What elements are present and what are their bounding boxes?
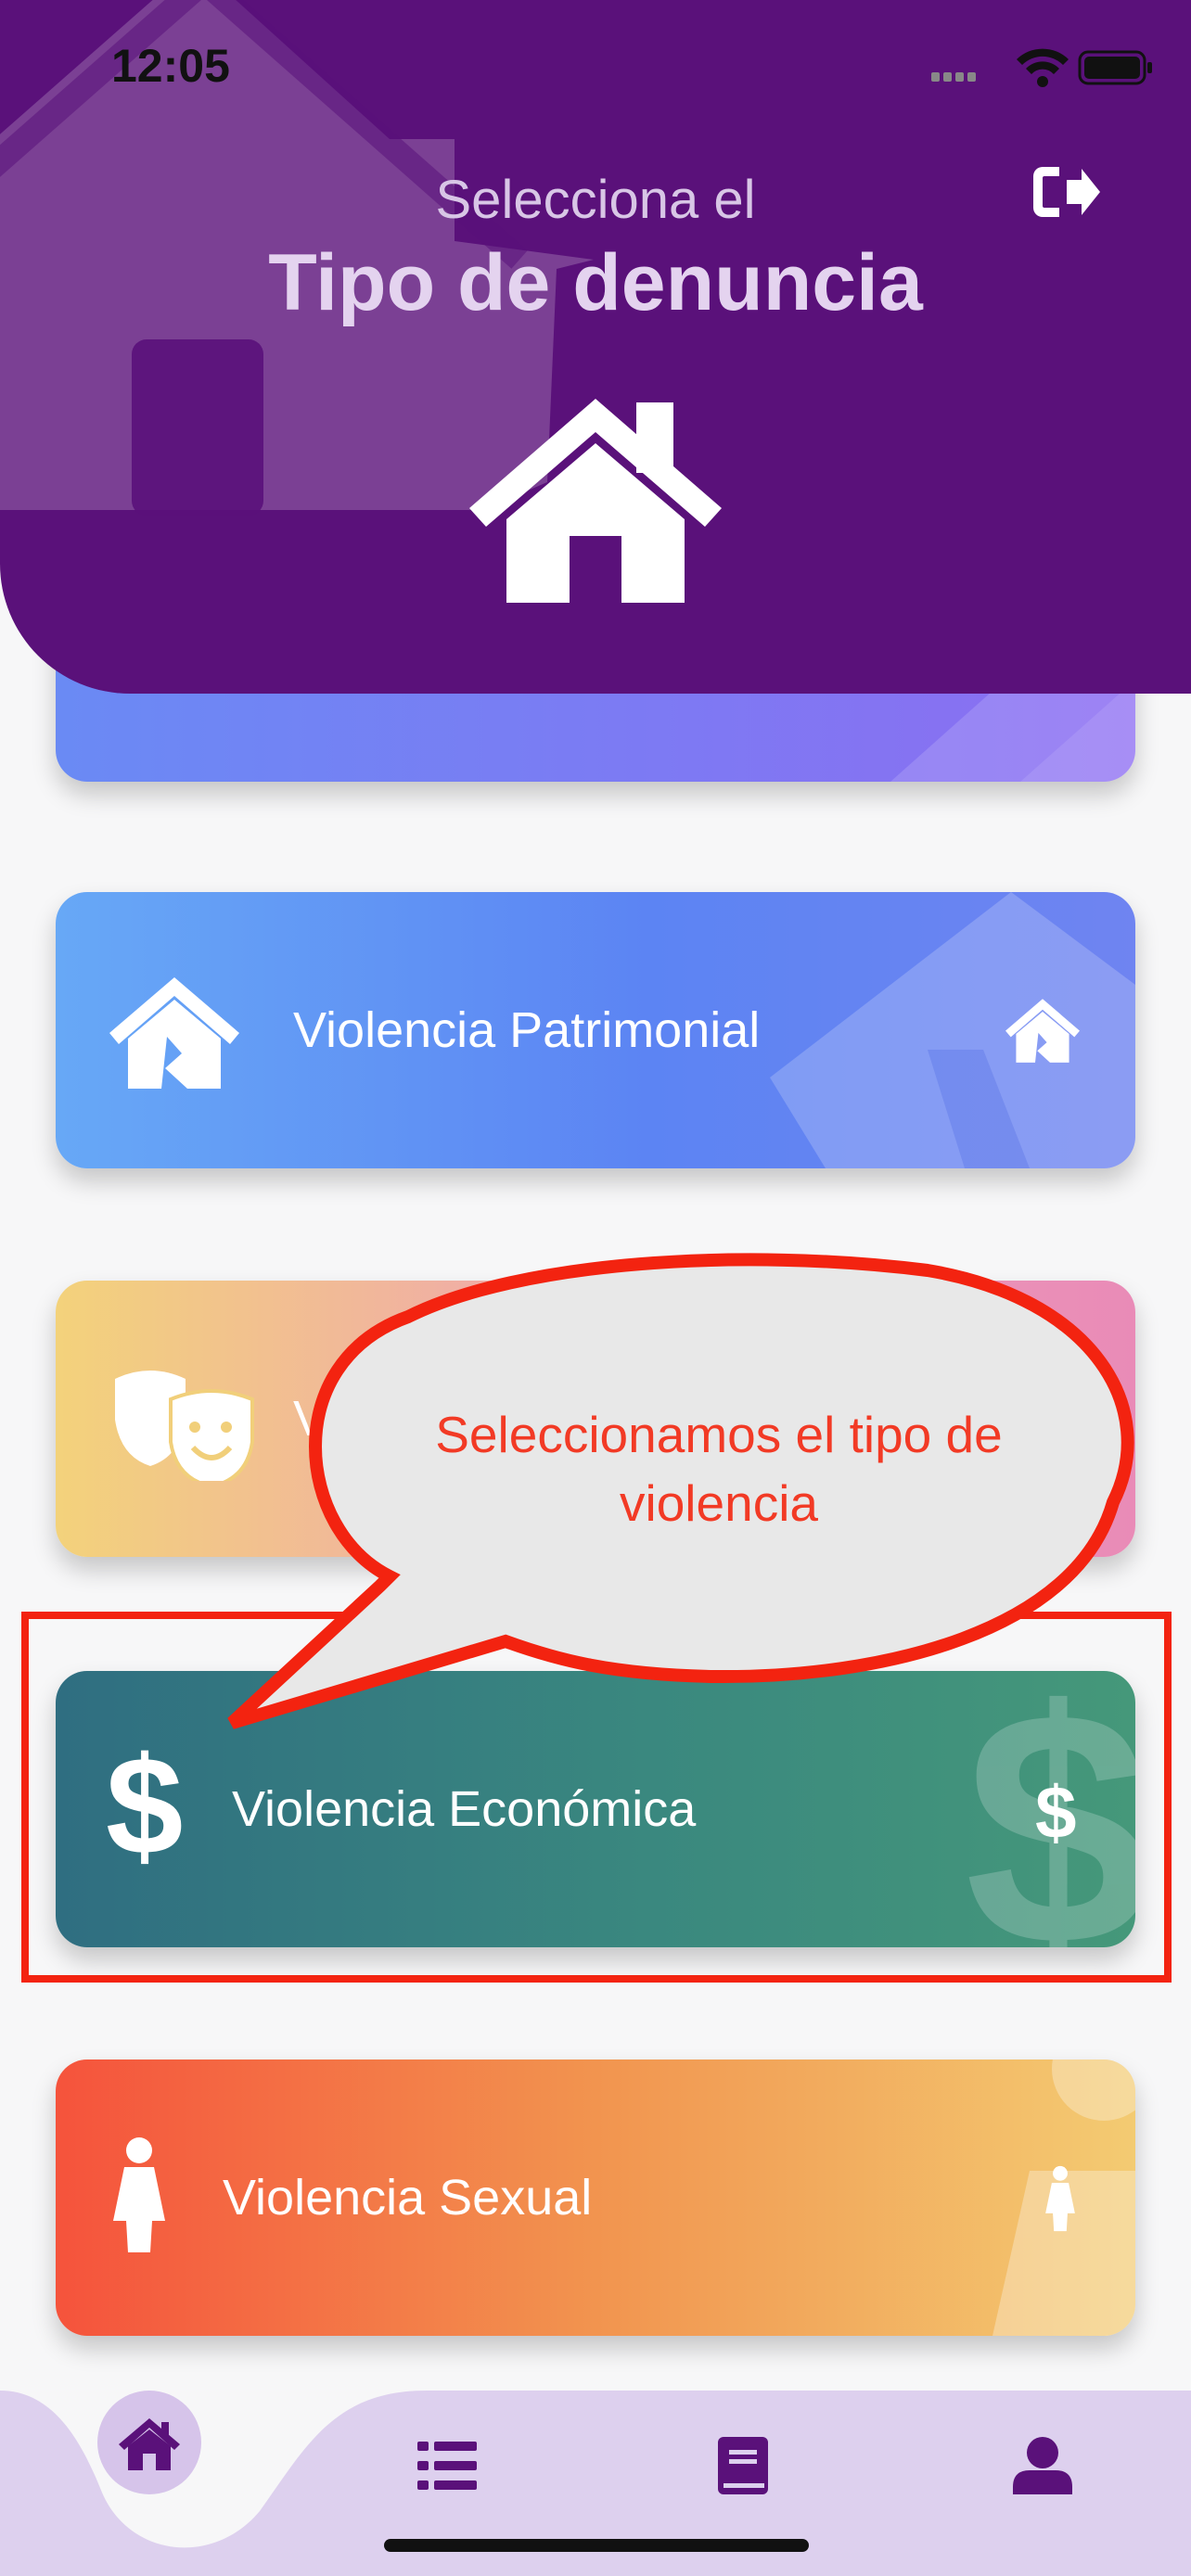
home-indicator [384, 2539, 809, 2552]
header-home-icon [469, 397, 722, 607]
nav-book-icon[interactable] [718, 2437, 768, 2499]
battery-icon [1078, 50, 1152, 85]
nav-list-icon[interactable] [417, 2442, 477, 2494]
card-violencia-sexual[interactable]: Violencia Sexual [56, 2060, 1135, 2336]
wifi-icon [1017, 48, 1069, 87]
nav-user-icon[interactable] [1013, 2437, 1072, 2499]
callout-text: Seleccionamos el tipo de violencia [435, 1406, 1003, 1532]
house-broken-icon [1005, 998, 1080, 1067]
status-time: 12:05 [111, 40, 230, 92]
house-broken-icon [109, 976, 239, 1093]
card-label: Violencia Patrimonial [293, 1002, 761, 1058]
highlight-box [21, 1612, 1172, 1983]
female-icon [111, 2137, 167, 2257]
logout-icon[interactable] [1031, 163, 1102, 225]
female-icon [1044, 2165, 1076, 2237]
nav-home-icon[interactable] [119, 2418, 180, 2475]
header-subtitle: Selecciona el [435, 170, 756, 230]
theater-masks-icon [111, 1366, 256, 1489]
page-title: Tipo de denuncia [268, 238, 923, 327]
card-label: Violencia Sexual [223, 2170, 593, 2225]
signal-icon [931, 72, 976, 82]
status-icons [931, 46, 1154, 96]
card-violencia-patrimonial[interactable]: Violencia Patrimonial [56, 892, 1135, 1168]
